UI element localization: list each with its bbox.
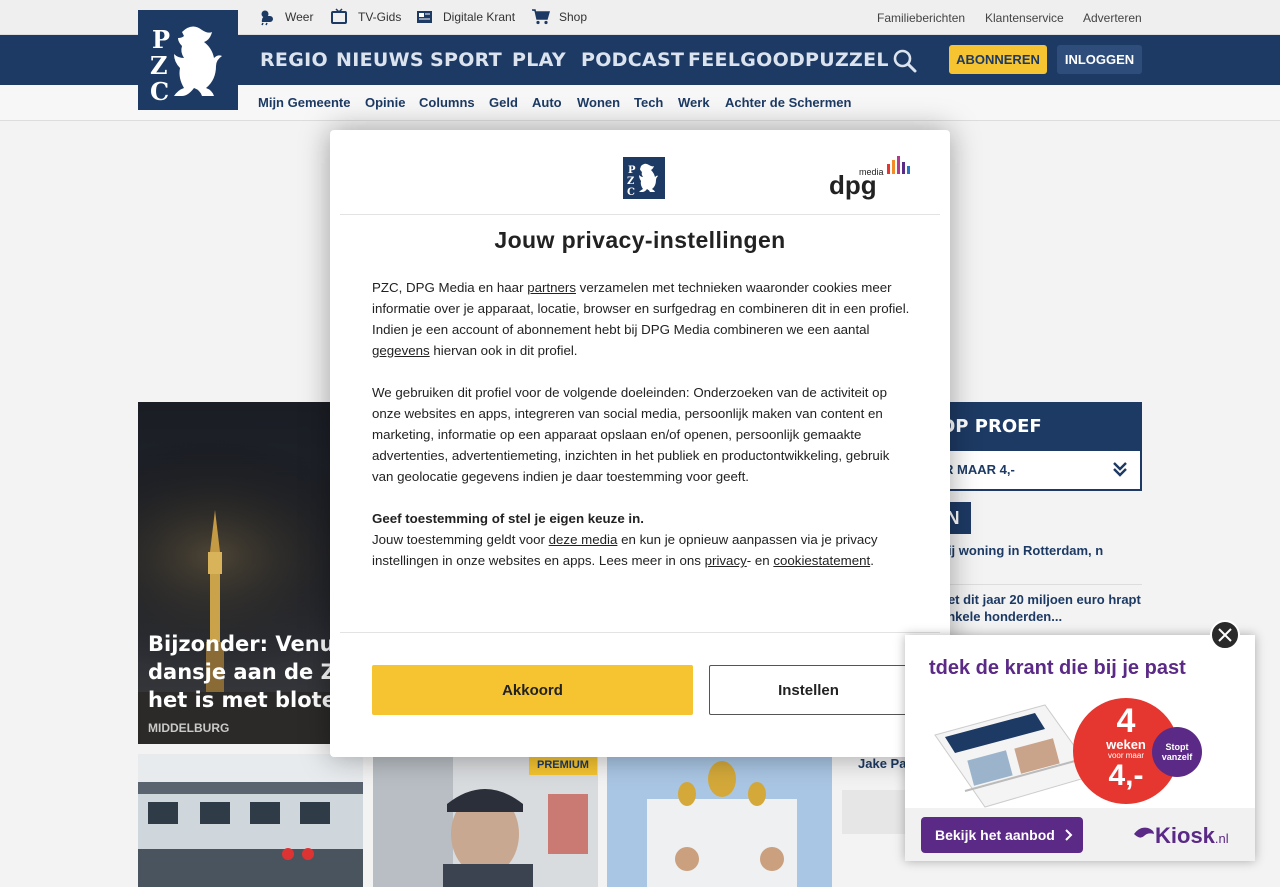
nav-regio[interactable]: REGIO — [260, 49, 328, 71]
ad-title: tdek de krant die bij je past — [929, 657, 1186, 679]
chevron-right-icon — [1065, 829, 1073, 841]
weather-icon — [261, 10, 273, 26]
close-ad-button[interactable] — [1210, 620, 1240, 650]
kiosk-brand-suffix: .nl — [1214, 831, 1229, 846]
subnav-achter-de-schermen[interactable]: Achter de Schermen — [725, 95, 851, 110]
search-icon[interactable] — [892, 48, 918, 74]
shop-link[interactable]: Shop — [531, 8, 587, 26]
article-tile-3[interactable] — [607, 754, 832, 887]
view-offer-button[interactable]: Bekijk het aanbod — [921, 817, 1083, 853]
subnav-wonen[interactable]: Wonen — [577, 95, 620, 110]
family-notices-link[interactable]: Familieberichten — [877, 11, 965, 25]
svg-text:Z: Z — [150, 51, 168, 80]
privacy-statement-link[interactable]: privacy — [705, 553, 747, 568]
consent-paragraph-2: We gebruiken dit profiel voor de volgend… — [372, 385, 890, 484]
svg-text:C: C — [150, 77, 169, 106]
p1-text-c: hiervan ook in dit profiel. — [429, 343, 578, 358]
subscribe-button[interactable]: ABONNEREN — [949, 45, 1047, 74]
kiosk-advertisement[interactable]: tdek de krant die bij je past 4 weken vo… — [905, 635, 1255, 861]
accept-button[interactable]: Akkoord — [372, 665, 693, 715]
hero-location: MIDDELBURG — [148, 721, 230, 735]
modal-body: PZC, DPG Media en haar partners verzamel… — [372, 277, 910, 592]
sidebar-offer-text: R MAAR 4,- — [944, 462, 1015, 477]
tvguide-link[interactable]: TV-Gids — [330, 8, 401, 26]
modal-header-divider — [340, 214, 940, 215]
weather-link[interactable]: Weer — [257, 8, 313, 26]
consent-paragraph-1: PZC, DPG Media en haar partners verzamel… — [372, 277, 910, 361]
settings-button[interactable]: Instellen — [709, 665, 908, 715]
dpg-media-logo: media dpg — [829, 156, 910, 200]
svg-text:P: P — [628, 165, 636, 176]
subnav-geld[interactable]: Geld — [489, 95, 518, 110]
cart-icon — [532, 9, 550, 25]
login-button[interactable]: INLOGGEN — [1057, 45, 1142, 74]
subnav-opinie[interactable]: Opinie — [365, 95, 405, 110]
modal-footer-divider — [340, 632, 940, 633]
pzc-logo[interactable]: P Z C — [138, 10, 238, 110]
close-icon — [1218, 628, 1232, 642]
dpg-brand-label: dpg — [829, 170, 877, 200]
double-chevron-down-icon[interactable] — [1112, 461, 1128, 477]
subnav-werk[interactable]: Werk — [678, 95, 710, 110]
p3-text-d: . — [870, 553, 874, 568]
privacy-modal: P Z C media dpg Jouw privacy-instellinge… — [330, 130, 950, 757]
subnav-columns[interactable]: Columns — [419, 95, 475, 110]
p3-text-c: - en — [746, 553, 774, 568]
premium-badge: PREMIUM — [529, 755, 597, 775]
weather-label: Weer — [285, 10, 314, 24]
p3-heading: Geef toestemming of stel je eigen keuze … — [372, 511, 644, 526]
p1-text-a: PZC, DPG Media en haar — [372, 280, 528, 295]
nav-podcast[interactable]: PODCAST — [581, 49, 684, 71]
article-tile-1[interactable] — [138, 754, 363, 887]
nav-play[interactable]: PLAY — [512, 49, 566, 71]
sidebar-header-title: OP PROEF — [940, 416, 1042, 437]
ad-stops-badge: Stopt vanzelf — [1152, 727, 1202, 777]
modal-title: Jouw privacy-instellingen — [494, 227, 786, 253]
view-offer-label: Bekijk het aanbod — [935, 827, 1055, 843]
advertise-link[interactable]: Adverteren — [1083, 11, 1142, 25]
consent-paragraph-3: Geef toestemming of stel je eigen keuze … — [372, 508, 910, 571]
tile-3-image — [607, 754, 832, 887]
tv-icon — [331, 8, 347, 24]
shop-label: Shop — [559, 10, 588, 24]
kiosk-logo: Kiosk .nl — [1133, 823, 1229, 849]
modal-pzc-logo: P Z C — [623, 157, 665, 199]
nav-feelgood[interactable]: FEELGOOD — [688, 49, 805, 71]
customer-service-link[interactable]: Klantenservice — [985, 11, 1064, 25]
svg-text:Z: Z — [627, 176, 634, 187]
p3-text-a: Jouw toestemming geldt voor — [372, 532, 549, 547]
kiosk-bird-icon — [1134, 827, 1154, 838]
newspaper-icon — [417, 11, 432, 23]
nav-sport[interactable]: SPORT — [430, 49, 502, 71]
subnav-auto[interactable]: Auto — [532, 95, 562, 110]
svg-text:C: C — [627, 187, 635, 198]
pzc-lion-emblem: P Z C — [150, 25, 222, 106]
cookie-statement-link[interactable]: cookiestatement — [773, 553, 870, 568]
these-media-link[interactable]: deze media — [549, 532, 618, 547]
data-link[interactable]: gegevens — [372, 343, 430, 358]
kiosk-brand: Kiosk — [1155, 823, 1215, 848]
digital-newspaper-link[interactable]: Digitale Krant — [415, 8, 515, 26]
subnav-tech[interactable]: Tech — [634, 95, 663, 110]
subnav-mijn-gemeente[interactable]: Mijn Gemeente — [258, 95, 350, 110]
svg-text:P: P — [152, 25, 170, 54]
partners-link[interactable]: partners — [527, 280, 576, 295]
nav-puzzel[interactable]: PUZZEL — [805, 49, 889, 71]
tile-1-image — [138, 754, 363, 887]
pzc-small-emblem: P Z C — [627, 163, 658, 198]
digital-label: Digitale Krant — [443, 10, 516, 24]
tvguide-label: TV-Gids — [358, 10, 402, 24]
nav-nieuws[interactable]: NIEUWS — [336, 49, 424, 71]
